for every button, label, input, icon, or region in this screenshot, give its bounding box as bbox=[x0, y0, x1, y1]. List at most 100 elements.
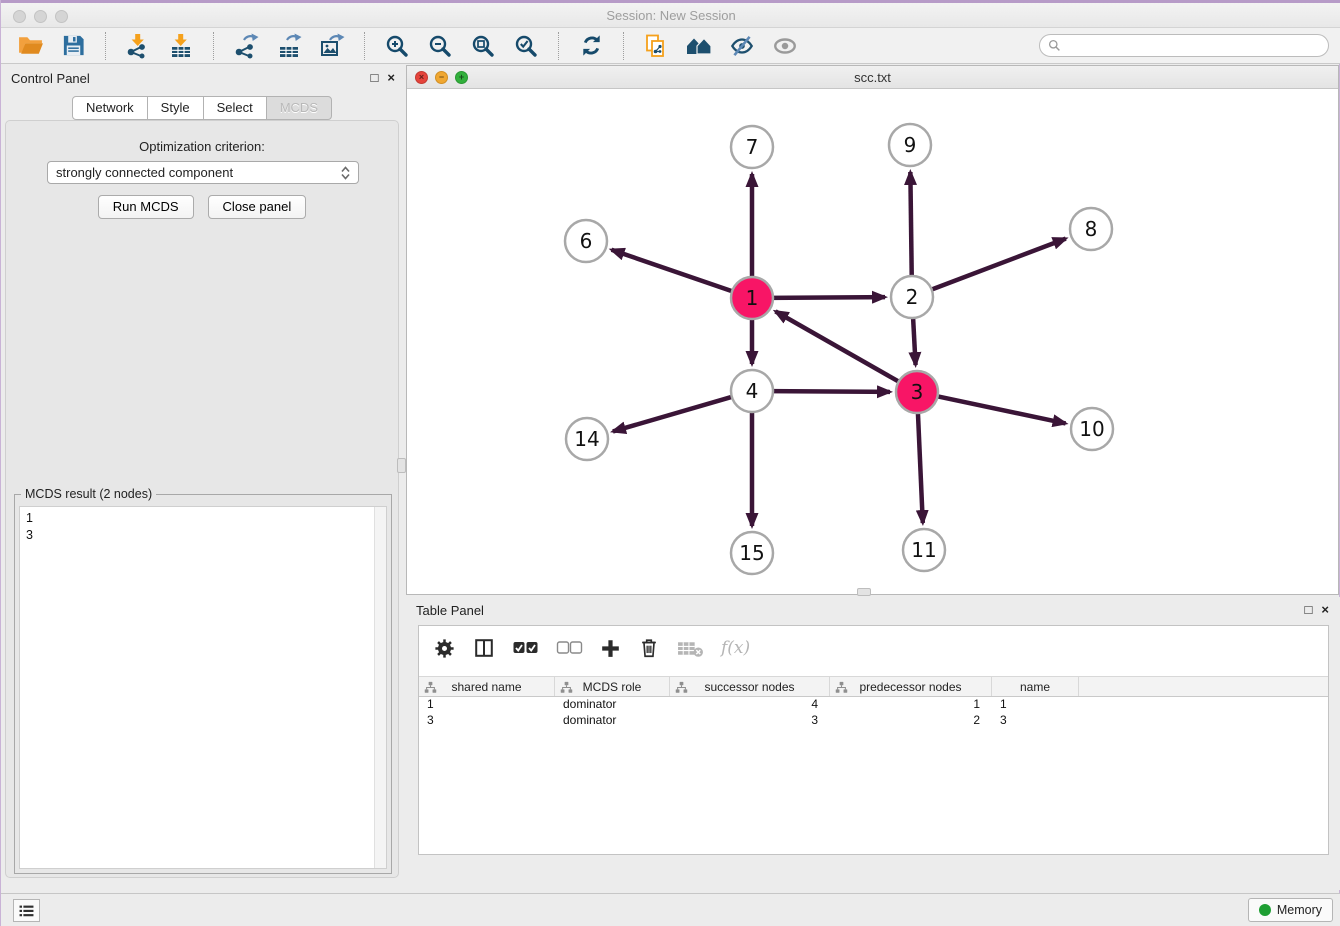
graph-node-9[interactable]: 9 bbox=[889, 124, 931, 166]
svg-text:8: 8 bbox=[1085, 217, 1098, 241]
home-icon[interactable] bbox=[682, 31, 716, 61]
graph-edge-1-6[interactable] bbox=[612, 250, 734, 292]
float-panel-icon[interactable]: □ bbox=[371, 70, 379, 86]
zoom-fit-icon[interactable] bbox=[466, 31, 500, 61]
tab-select[interactable]: Select bbox=[203, 96, 267, 120]
memory-button[interactable]: Memory bbox=[1248, 898, 1333, 922]
graph-node-2[interactable]: 2 bbox=[891, 276, 933, 318]
control-panel: Control Panel □ × Network Style Select M… bbox=[1, 65, 403, 880]
graph-node-6[interactable]: 6 bbox=[565, 220, 607, 262]
import-network-icon[interactable] bbox=[121, 31, 155, 61]
graph-node-14[interactable]: 14 bbox=[566, 418, 608, 460]
svg-text:15: 15 bbox=[739, 541, 764, 565]
export-image-icon[interactable] bbox=[315, 31, 349, 61]
graph-node-10[interactable]: 10 bbox=[1071, 408, 1113, 450]
network-graph[interactable]: 7 9 6 8 1 2 4 3 14 10 15 11 bbox=[407, 89, 1338, 594]
mcds-result-title: MCDS result (2 nodes) bbox=[21, 487, 156, 501]
graph-edge-3-1[interactable] bbox=[775, 311, 900, 382]
graph-node-8[interactable]: 8 bbox=[1070, 208, 1112, 250]
graph-node-15[interactable]: 15 bbox=[731, 532, 773, 574]
memory-status-icon bbox=[1259, 904, 1271, 916]
graph-node-7[interactable]: 7 bbox=[731, 126, 773, 168]
show-all-icon[interactable] bbox=[768, 31, 802, 61]
table-cell[interactable]: 1 bbox=[992, 697, 1079, 713]
column-header-successor-nodes[interactable]: successor nodes bbox=[670, 677, 830, 696]
table-row[interactable]: 3dominator323 bbox=[419, 713, 1328, 729]
settings-gear-icon[interactable] bbox=[433, 637, 456, 660]
table-cell[interactable]: 2 bbox=[830, 713, 992, 729]
mcds-result-groupbox: MCDS result (2 nodes) 1 3 bbox=[14, 494, 392, 874]
control-panel-title: Control Panel bbox=[11, 71, 90, 86]
add-column-icon[interactable] bbox=[600, 638, 621, 659]
tab-style[interactable]: Style bbox=[147, 96, 204, 120]
graph-node-11[interactable]: 11 bbox=[903, 529, 945, 571]
graph-edge-3-10[interactable] bbox=[936, 396, 1066, 423]
function-builder-icon[interactable]: f(x) bbox=[721, 638, 750, 658]
svg-text:4: 4 bbox=[746, 379, 759, 403]
graph-edge-4-14[interactable] bbox=[613, 396, 734, 431]
deselect-all-icon[interactable] bbox=[556, 641, 583, 655]
close-panel-icon[interactable]: × bbox=[387, 70, 395, 86]
column-header-predecessor-nodes[interactable]: predecessor nodes bbox=[830, 677, 992, 696]
split-panel-icon[interactable] bbox=[473, 637, 495, 659]
svg-text:14: 14 bbox=[574, 427, 599, 451]
tab-network[interactable]: Network bbox=[72, 96, 148, 120]
table-cell[interactable]: 3 bbox=[670, 713, 830, 729]
memory-label: Memory bbox=[1277, 903, 1322, 917]
horizontal-splitter-handle[interactable] bbox=[857, 588, 871, 596]
mcds-panel: Optimization criterion: strongly connect… bbox=[5, 120, 399, 878]
column-header-mcds-role[interactable]: MCDS role bbox=[555, 677, 670, 696]
graph-edge-2-3[interactable] bbox=[913, 316, 916, 365]
search-field[interactable] bbox=[1039, 34, 1329, 57]
save-session-icon[interactable] bbox=[56, 31, 90, 61]
delete-column-icon[interactable] bbox=[638, 637, 660, 659]
graph-node-4[interactable]: 4 bbox=[731, 370, 773, 412]
node-table: shared name MCDS role successor nodes pr… bbox=[419, 676, 1328, 729]
zoom-selected-icon[interactable] bbox=[509, 31, 543, 61]
refresh-icon[interactable] bbox=[574, 31, 608, 61]
zoom-out-icon[interactable] bbox=[423, 31, 457, 61]
table-cell[interactable]: dominator bbox=[555, 713, 670, 729]
zoom-in-icon[interactable] bbox=[380, 31, 414, 61]
graph-edge-3-11[interactable] bbox=[918, 411, 923, 523]
graph-edge-2-8[interactable] bbox=[930, 239, 1066, 291]
open-session-icon[interactable] bbox=[13, 31, 47, 61]
table-cell[interactable]: 1 bbox=[419, 697, 555, 713]
graph-node-1[interactable]: 1 bbox=[731, 277, 773, 319]
close-panel-button[interactable]: Close panel bbox=[208, 195, 307, 219]
close-table-panel-icon[interactable]: × bbox=[1321, 602, 1329, 618]
task-history-icon[interactable] bbox=[13, 899, 40, 922]
delete-table-icon[interactable] bbox=[677, 638, 704, 659]
run-mcds-button[interactable]: Run MCDS bbox=[98, 195, 194, 219]
export-network-icon[interactable] bbox=[229, 31, 263, 61]
result-scrollbar[interactable] bbox=[374, 507, 386, 868]
search-icon bbox=[1048, 39, 1061, 52]
table-cell[interactable]: dominator bbox=[555, 697, 670, 713]
network-canvas[interactable]: 7 9 6 8 1 2 4 3 14 10 15 11 bbox=[407, 89, 1338, 594]
table-cell[interactable]: 4 bbox=[670, 697, 830, 713]
svg-text:1: 1 bbox=[746, 286, 759, 310]
svg-text:7: 7 bbox=[746, 135, 759, 159]
import-table-icon[interactable] bbox=[164, 31, 198, 61]
table-cell[interactable]: 3 bbox=[992, 713, 1079, 729]
export-table-icon[interactable] bbox=[272, 31, 306, 61]
hide-selected-icon[interactable] bbox=[725, 31, 759, 61]
float-table-panel-icon[interactable]: □ bbox=[1305, 602, 1313, 618]
search-input[interactable] bbox=[1066, 39, 1320, 53]
column-header-shared-name[interactable]: shared name bbox=[419, 677, 555, 696]
tab-mcds[interactable]: MCDS bbox=[266, 96, 332, 120]
mcds-result-area[interactable]: 1 3 bbox=[19, 506, 387, 869]
table-row[interactable]: 1dominator411 bbox=[419, 697, 1328, 713]
vertical-splitter-handle[interactable] bbox=[397, 458, 406, 473]
select-all-icon[interactable] bbox=[512, 641, 539, 655]
duplicate-network-icon[interactable] bbox=[639, 31, 673, 61]
graph-edge-1-2[interactable] bbox=[771, 297, 885, 298]
criterion-dropdown[interactable]: strongly connected component bbox=[47, 161, 359, 184]
table-cell[interactable]: 3 bbox=[419, 713, 555, 729]
column-header-name[interactable]: name bbox=[992, 677, 1079, 696]
graph-edge-4-3[interactable] bbox=[771, 391, 890, 392]
table-cell[interactable]: 1 bbox=[830, 697, 992, 713]
graph-node-3[interactable]: 3 bbox=[896, 371, 938, 413]
network-window-titlebar[interactable]: × − + scc.txt bbox=[407, 66, 1338, 89]
graph-edge-2-9[interactable] bbox=[910, 172, 911, 278]
